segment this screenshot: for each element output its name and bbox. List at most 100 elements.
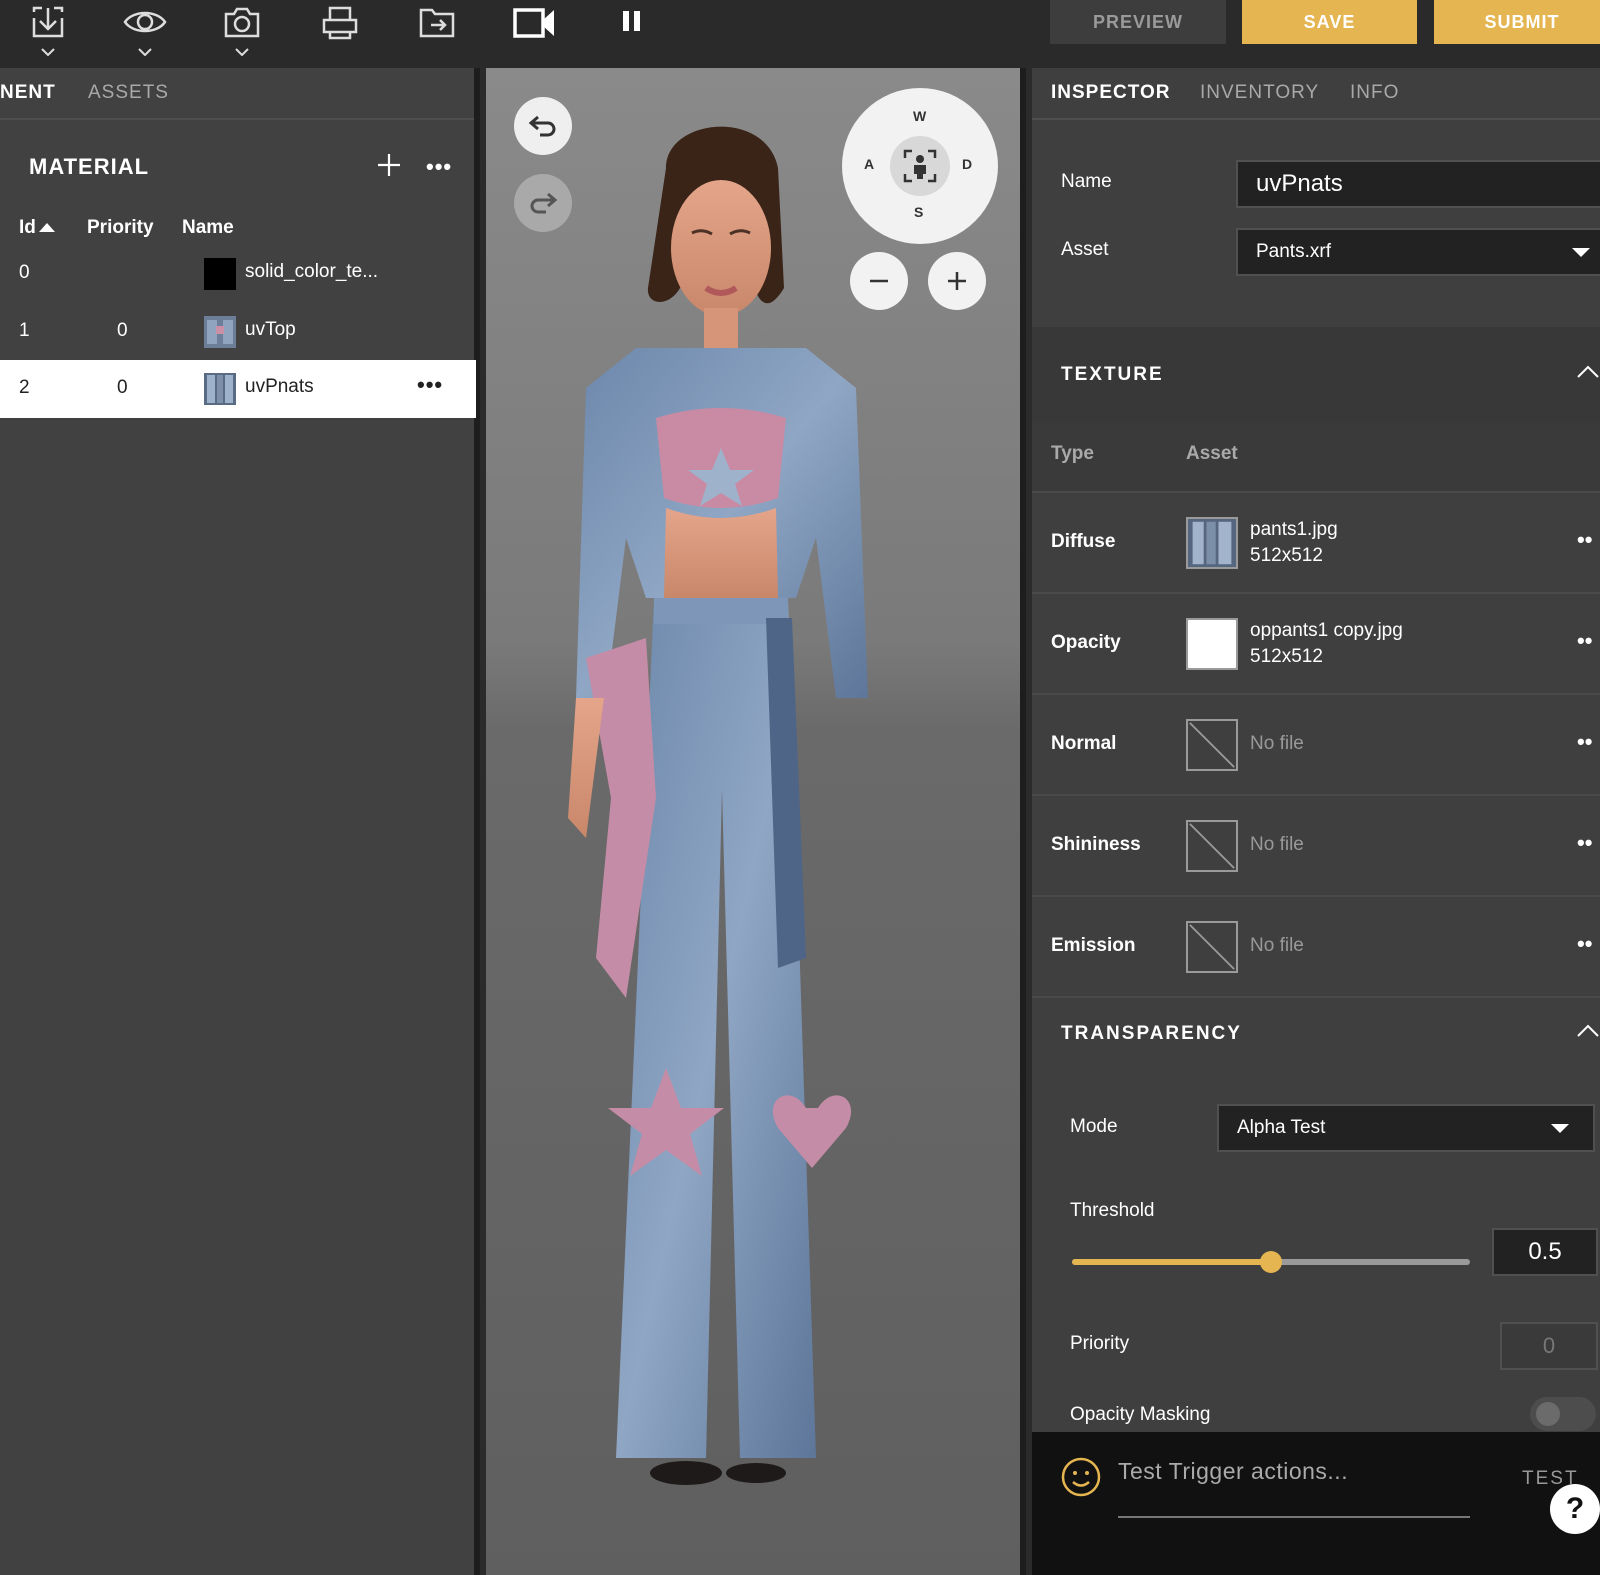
material-row[interactable]: 0 solid_color_te... <box>0 245 476 303</box>
save-button[interactable]: SAVE <box>1242 0 1417 44</box>
material-title: MATERIAL <box>29 154 150 179</box>
column-header-priority[interactable]: Priority <box>87 217 154 239</box>
camera-icon <box>224 7 260 38</box>
row-more-button[interactable]: ••• <box>417 372 443 398</box>
texture-table-header: Type Asset <box>1032 423 1600 493</box>
reset-camera-button[interactable] <box>890 136 950 196</box>
visibility-tool[interactable] <box>115 0 175 68</box>
texture-filename: oppants1 copy.jpg <box>1250 620 1403 641</box>
texture-type: Shininess <box>1051 834 1141 855</box>
compass-s-label[interactable]: S <box>914 204 923 220</box>
texture-title: TEXTURE <box>1061 364 1164 385</box>
compass-a-label[interactable]: A <box>864 156 874 172</box>
camera-compass[interactable]: W A D S <box>842 88 998 244</box>
compass-d-label[interactable]: D <box>962 156 972 172</box>
texture-section-header[interactable]: TEXTURE <box>1032 327 1600 423</box>
tab-inspector[interactable]: INSPECTOR <box>1051 82 1171 104</box>
plus-icon <box>948 272 966 290</box>
tab-component[interactable]: NENT <box>0 82 56 104</box>
material-priority: 0 <box>117 377 128 398</box>
texture-more-button[interactable]: •• <box>1577 628 1592 654</box>
tab-assets[interactable]: ASSETS <box>88 82 169 104</box>
chevron-up-icon <box>1577 365 1599 378</box>
component-panel: NENT ASSETS MATERIAL ••• Id Priority Nam… <box>0 68 480 1575</box>
redo-button[interactable] <box>514 174 572 232</box>
undo-button[interactable] <box>514 97 572 155</box>
snapshot-tool[interactable] <box>212 0 272 68</box>
mode-select[interactable]: Alpha Test <box>1217 1104 1595 1152</box>
material-more-button[interactable]: ••• <box>426 154 452 180</box>
opacity-masking-label: Opacity Masking <box>1070 1404 1211 1425</box>
material-row[interactable]: 1 0 uvTop <box>0 303 476 361</box>
tab-inventory[interactable]: INVENTORY <box>1200 82 1319 104</box>
asset-column-header: Asset <box>1186 443 1238 464</box>
priority-input[interactable]: 0 <box>1500 1322 1598 1370</box>
threshold-slider[interactable] <box>1072 1246 1470 1276</box>
texture-type: Emission <box>1051 935 1136 956</box>
chevron-down-icon <box>1572 248 1590 257</box>
pause-icon <box>623 11 640 31</box>
transparency-section-header[interactable]: TRANSPARENCY <box>1032 1003 1600 1099</box>
inspector-panel: INSPECTOR INVENTORY INFO Name uvPnats As… <box>1032 68 1600 1575</box>
material-thumbnail <box>204 258 236 290</box>
3d-viewport[interactable]: W A D S <box>486 68 1026 1575</box>
texture-type: Diffuse <box>1051 531 1116 552</box>
export-folder-icon <box>419 8 455 38</box>
mode-select-value: Alpha Test <box>1237 1117 1326 1138</box>
material-id: 2 <box>19 377 30 398</box>
preview-button[interactable]: PREVIEW <box>1050 0 1226 44</box>
toggle-knob <box>1536 1402 1560 1426</box>
column-header-id[interactable]: Id <box>19 217 56 239</box>
texture-type: Normal <box>1051 733 1117 754</box>
texture-dimensions: 512x512 <box>1250 646 1323 667</box>
tab-info[interactable]: INFO <box>1350 82 1399 104</box>
sort-ascending-icon <box>38 223 55 232</box>
texture-row-opacity[interactable]: Opacity oppants1 copy.jpg 512x512 •• <box>1032 596 1600 695</box>
emoji-icon[interactable] <box>1060 1456 1102 1498</box>
help-button[interactable]: ? <box>1550 1484 1600 1534</box>
compass-w-label[interactable]: W <box>913 108 926 124</box>
export-tool[interactable] <box>407 0 467 68</box>
texture-type: Opacity <box>1051 632 1121 653</box>
threshold-value-input[interactable]: 0.5 <box>1492 1228 1598 1276</box>
column-header-name[interactable]: Name <box>182 217 234 239</box>
trigger-input[interactable]: Test Trigger actions... <box>1118 1458 1348 1485</box>
texture-row-normal[interactable]: Normal No file •• <box>1032 697 1600 796</box>
threshold-label: Threshold <box>1070 1200 1155 1221</box>
add-material-icon[interactable] <box>376 152 402 178</box>
chevron-down-icon <box>41 48 55 56</box>
texture-more-button[interactable]: •• <box>1577 931 1592 957</box>
texture-more-button[interactable]: •• <box>1577 729 1592 755</box>
chevron-down-icon <box>138 48 152 56</box>
name-input[interactable]: uvPnats <box>1236 160 1600 208</box>
texture-more-button[interactable]: •• <box>1577 527 1592 553</box>
asset-select-value: Pants.xrf <box>1256 241 1331 262</box>
texture-dimensions: 512x512 <box>1250 545 1323 566</box>
texture-row-shininess[interactable]: Shininess No file •• <box>1032 798 1600 897</box>
record-tool[interactable] <box>504 0 564 68</box>
avatar-preview <box>568 126 868 1485</box>
texture-filename: pants1.jpg <box>1250 519 1338 540</box>
material-row-selected[interactable]: 2 0 uvPnats ••• <box>0 360 476 418</box>
person-focus-icon <box>903 149 937 183</box>
material-priority: 0 <box>117 320 128 341</box>
texture-more-button[interactable]: •• <box>1577 830 1592 856</box>
texture-filename: No file <box>1250 834 1304 855</box>
texture-row-diffuse[interactable]: Diffuse pants1.jpg 512x512 •• <box>1032 495 1600 594</box>
print-tool[interactable] <box>310 0 370 68</box>
undo-icon <box>528 115 556 137</box>
chevron-down-icon <box>235 48 249 56</box>
pause-tool[interactable] <box>602 0 662 68</box>
chevron-down-icon <box>1551 1124 1569 1133</box>
trigger-input-underline <box>1118 1516 1470 1518</box>
zoom-in-button[interactable] <box>928 252 986 310</box>
zoom-out-button[interactable] <box>850 252 908 310</box>
texture-row-emission[interactable]: Emission No file •• <box>1032 899 1600 998</box>
opacity-masking-toggle[interactable] <box>1530 1397 1596 1431</box>
texture-thumbnail <box>1186 517 1238 569</box>
transparency-title: TRANSPARENCY <box>1061 1023 1242 1044</box>
asset-select[interactable]: Pants.xrf <box>1236 228 1600 276</box>
texture-filename: No file <box>1250 733 1304 754</box>
submit-button[interactable]: SUBMIT <box>1434 0 1600 44</box>
download-tool[interactable] <box>18 0 78 68</box>
